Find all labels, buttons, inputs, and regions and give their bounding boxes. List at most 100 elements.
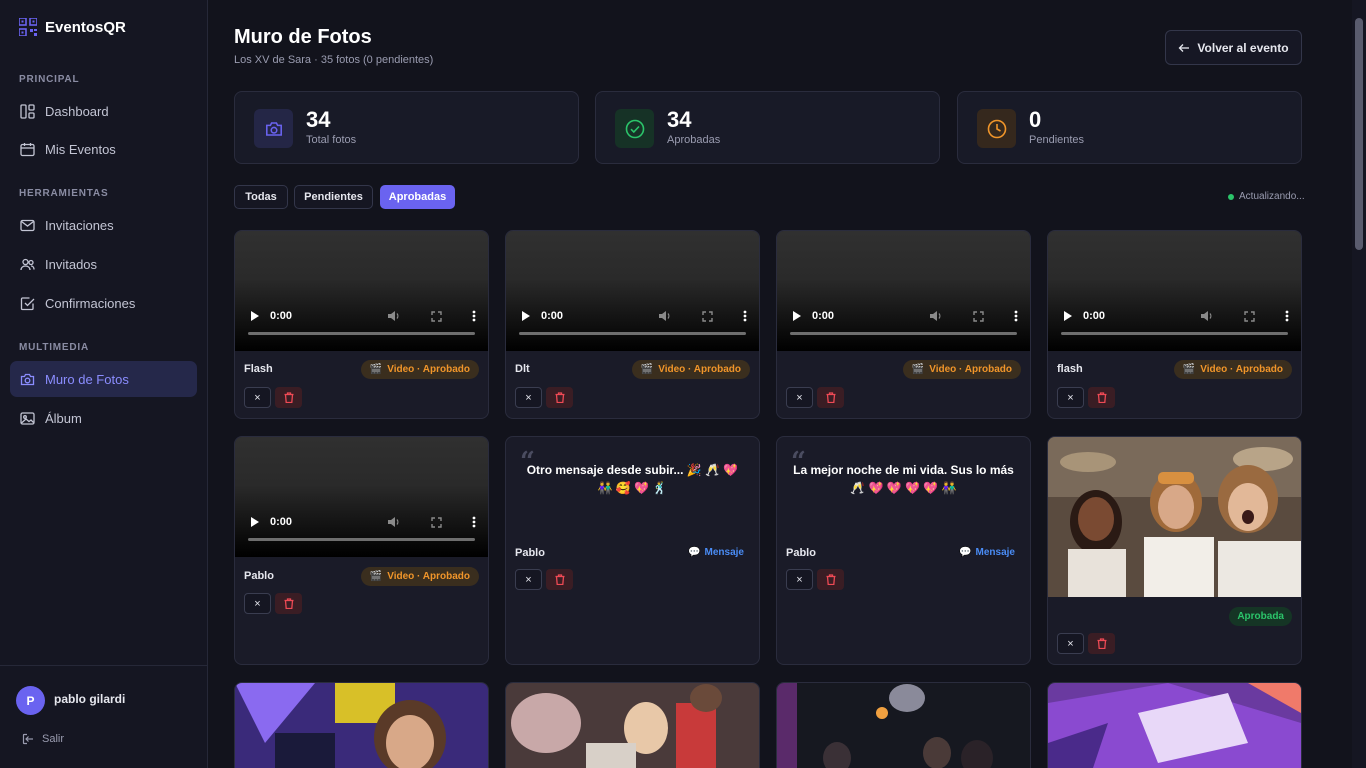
delete-button[interactable] [546, 569, 573, 590]
sidebar-item-confirmaciones[interactable]: Confirmaciones [10, 285, 197, 321]
more-vertical-icon[interactable] [472, 516, 476, 528]
party-photo[interactable] [777, 683, 1030, 768]
calendar-icon [20, 142, 35, 156]
mail-icon [20, 219, 35, 231]
play-icon[interactable] [792, 310, 802, 322]
video-progress-bar[interactable] [1061, 332, 1288, 335]
volume-icon[interactable] [387, 310, 401, 322]
video-time: 0:00 [541, 310, 564, 322]
scrollbar-thumb[interactable] [1355, 18, 1363, 250]
avatar[interactable]: P [16, 686, 45, 715]
page-subtitle: Los XV de Sara · 35 fotos (0 pendientes) [234, 54, 434, 66]
reject-button[interactable]: × [515, 569, 542, 590]
sidebar-item-album[interactable]: Álbum [10, 400, 197, 436]
trash-icon [555, 392, 564, 403]
logout-button[interactable]: Salir [22, 733, 64, 745]
message-card: “ Otro mensaje desde subir... 🎉 🥂 💖 👫 🥰 … [505, 436, 760, 665]
filter-todas[interactable]: Todas [234, 185, 288, 209]
stat-label: Pendientes [1029, 134, 1085, 146]
status-badge-label: Mensaje [975, 547, 1015, 558]
card-author: Flash [244, 363, 273, 375]
section-principal: PRINCIPAL [19, 74, 80, 85]
play-icon[interactable] [250, 516, 260, 528]
play-icon[interactable] [521, 310, 531, 322]
reject-button[interactable]: × [1057, 633, 1084, 654]
filter-pendientes[interactable]: Pendientes [294, 185, 373, 209]
fullscreen-icon[interactable] [431, 516, 442, 528]
reject-button[interactable]: × [786, 569, 813, 590]
brand[interactable]: EventosQR [19, 18, 126, 36]
trash-icon [284, 598, 293, 609]
volume-icon[interactable] [1200, 310, 1214, 322]
check-square-icon [20, 296, 35, 310]
more-vertical-icon[interactable] [1285, 310, 1289, 322]
video-time: 0:00 [270, 516, 293, 528]
video-player[interactable]: 0:00 [235, 437, 488, 557]
main-content: Muro de Fotos Los XV de Sara · 35 fotos … [208, 0, 1352, 768]
status-badge-label: Video · Aprobado [387, 364, 470, 375]
delete-button[interactable] [275, 387, 302, 408]
play-icon[interactable] [1063, 310, 1073, 322]
reject-button[interactable]: × [244, 593, 271, 614]
party-photo[interactable] [235, 683, 488, 768]
reject-button[interactable]: × [244, 387, 271, 408]
sidebar-item-label: Invitados [45, 256, 98, 272]
sidebar-item-label: Invitaciones [45, 217, 114, 233]
sidebar-item-mis-eventos[interactable]: Mis Eventos [10, 131, 197, 167]
video-progress-bar[interactable] [790, 332, 1017, 335]
video-player[interactable]: 0:00 [235, 231, 488, 351]
fullscreen-icon[interactable] [973, 310, 984, 322]
media-card: 0:00 Flash 🎬 Video · Aprobado × [234, 230, 489, 419]
delete-button[interactable] [546, 387, 573, 408]
fullscreen-icon[interactable] [702, 310, 713, 322]
clock-icon [987, 119, 1006, 138]
more-vertical-icon[interactable] [472, 310, 476, 322]
stat-approved: 34 Aprobadas [595, 91, 940, 164]
photo-card [776, 682, 1031, 768]
delete-button[interactable] [817, 387, 844, 408]
video-progress-bar[interactable] [248, 332, 475, 335]
party-photo[interactable] [1048, 683, 1301, 768]
more-vertical-icon[interactable] [1014, 310, 1018, 322]
volume-icon[interactable] [929, 310, 943, 322]
filter-aprobadas[interactable]: Aprobadas [380, 185, 455, 209]
trash-icon [1097, 392, 1106, 403]
delete-button[interactable] [817, 569, 844, 590]
video-player[interactable]: 0:00 [506, 231, 759, 351]
reject-button[interactable]: × [515, 387, 542, 408]
more-vertical-icon[interactable] [743, 310, 747, 322]
delete-button[interactable] [1088, 387, 1115, 408]
page-scrollbar[interactable] [1352, 0, 1366, 768]
stat-total: 34 Total fotos [234, 91, 579, 164]
stat-label: Total fotos [306, 134, 357, 146]
reject-button[interactable]: × [1057, 387, 1084, 408]
video-player[interactable]: 0:00 [1048, 231, 1301, 351]
delete-button[interactable] [1088, 633, 1115, 654]
sidebar-item-muro-de-fotos[interactable]: Muro de Fotos [10, 361, 197, 397]
fullscreen-icon[interactable] [431, 310, 442, 322]
fullscreen-icon[interactable] [1244, 310, 1255, 322]
stat-value: 34 [306, 107, 331, 132]
status-badge: 💬 Mensaje [688, 547, 744, 558]
video-progress-bar[interactable] [519, 332, 746, 335]
party-photo[interactable] [506, 683, 759, 768]
video-time: 0:00 [812, 310, 835, 322]
media-card: 0:00 Pablo 🎬 Video · Aprobado × [234, 436, 489, 665]
play-icon[interactable] [250, 310, 260, 322]
video-player[interactable]: 0:00 [777, 231, 1030, 351]
qr-icon [19, 18, 37, 36]
sidebar-item-invitados[interactable]: Invitados [10, 246, 197, 282]
party-photo[interactable] [1048, 437, 1301, 597]
volume-icon[interactable] [658, 310, 672, 322]
sidebar-item-label: Dashboard [45, 103, 109, 119]
sidebar-item-invitaciones[interactable]: Invitaciones [10, 207, 197, 243]
delete-button[interactable] [275, 593, 302, 614]
speech-bubble-icon: 💬 [688, 547, 701, 558]
reject-button[interactable]: × [786, 387, 813, 408]
back-to-event-button[interactable]: Volver al evento [1165, 30, 1302, 65]
volume-icon[interactable] [387, 516, 401, 528]
trash-icon [284, 392, 293, 403]
trash-icon [826, 392, 835, 403]
video-progress-bar[interactable] [248, 538, 475, 541]
sidebar-item-dashboard[interactable]: Dashboard [10, 93, 197, 129]
